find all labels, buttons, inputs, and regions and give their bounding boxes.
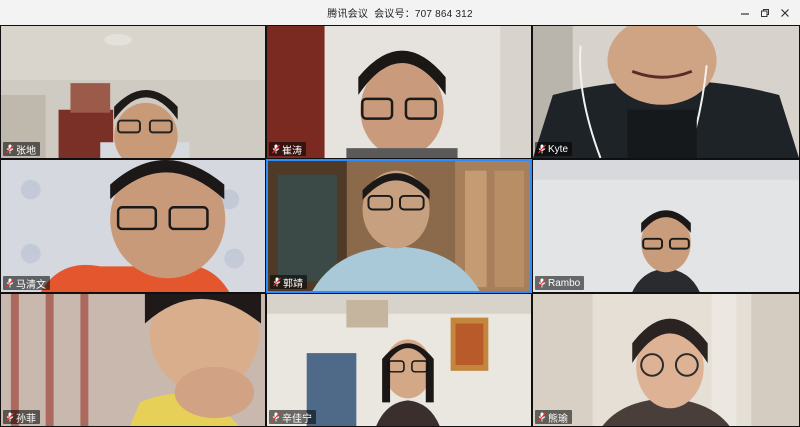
microphone-icon [5,412,14,422]
microphone-icon [272,277,281,287]
participant-video [533,294,799,426]
video-tile[interactable]: 孙菲 [0,293,266,427]
microphone-icon [5,144,14,154]
meeting-window: 腾讯会议 会议号：707 864 312 张地 崔涛 Kyte 马清文 郭靖 R… [0,0,800,427]
participant-video [1,26,265,158]
microphone-icon [537,412,546,422]
video-tile[interactable]: 熊瑜 [532,293,800,427]
participant-name: Kyte [548,143,569,155]
video-tile[interactable]: Kyte [532,25,800,159]
participant-name-tag: 孙菲 [3,410,40,425]
video-tile[interactable]: 崔涛 [266,25,532,159]
close-icon [781,8,789,17]
close-button[interactable] [776,4,794,22]
participant-name: 熊瑜 [548,413,568,425]
video-tile[interactable]: 马清文 [0,159,266,293]
participant-video [533,26,799,158]
participant-video [268,161,530,291]
app-name: 腾讯会议 [327,9,369,20]
participant-name-tag: 张地 [3,142,40,157]
participant-video [533,160,799,292]
microphone-icon [537,278,546,288]
participant-name-tag: 马清文 [3,276,50,291]
video-tile[interactable]: 张地 [0,25,266,159]
video-tile[interactable]: Rambo [532,159,800,293]
video-tile[interactable]: 辛佳宁 [266,293,532,427]
participant-name: 张地 [16,145,36,157]
participant-name-tag: 崔涛 [269,142,306,157]
participant-video [267,294,531,426]
restore-button[interactable] [756,4,774,22]
video-grid: 张地 崔涛 Kyte 马清文 郭靖 Rambo 孙菲 辛佳宁 熊瑜 [0,25,800,427]
participant-video [1,294,265,426]
participant-name-tag: Kyte [535,142,573,156]
video-tile-active[interactable]: 郭靖 [266,159,532,293]
minimize-button[interactable] [736,4,754,22]
participant-name: 郭靖 [283,278,303,290]
participant-name: 马清文 [16,279,46,291]
restore-icon [761,8,769,17]
participant-video [1,160,265,292]
microphone-icon [271,144,280,154]
microphone-icon [5,278,14,288]
participant-name-tag: 辛佳宁 [269,410,316,425]
participant-name: 崔涛 [282,145,302,157]
participant-name: 辛佳宁 [282,413,312,425]
participant-name: Rambo [548,277,581,289]
microphone-icon [537,144,546,154]
minimize-icon [741,12,749,15]
participant-name-tag: Rambo [535,276,585,290]
participant-name: 孙菲 [16,413,36,425]
window-title: 腾讯会议 会议号：707 864 312 [327,5,472,20]
participant-video [267,26,531,158]
meeting-id: 会议号：707 864 312 [374,9,473,20]
participant-name-tag: 熊瑜 [535,410,572,425]
title-bar[interactable]: 腾讯会议 会议号：707 864 312 [0,0,800,26]
window-controls [736,0,794,25]
participant-name-tag: 郭靖 [270,275,307,290]
microphone-icon [271,412,280,422]
